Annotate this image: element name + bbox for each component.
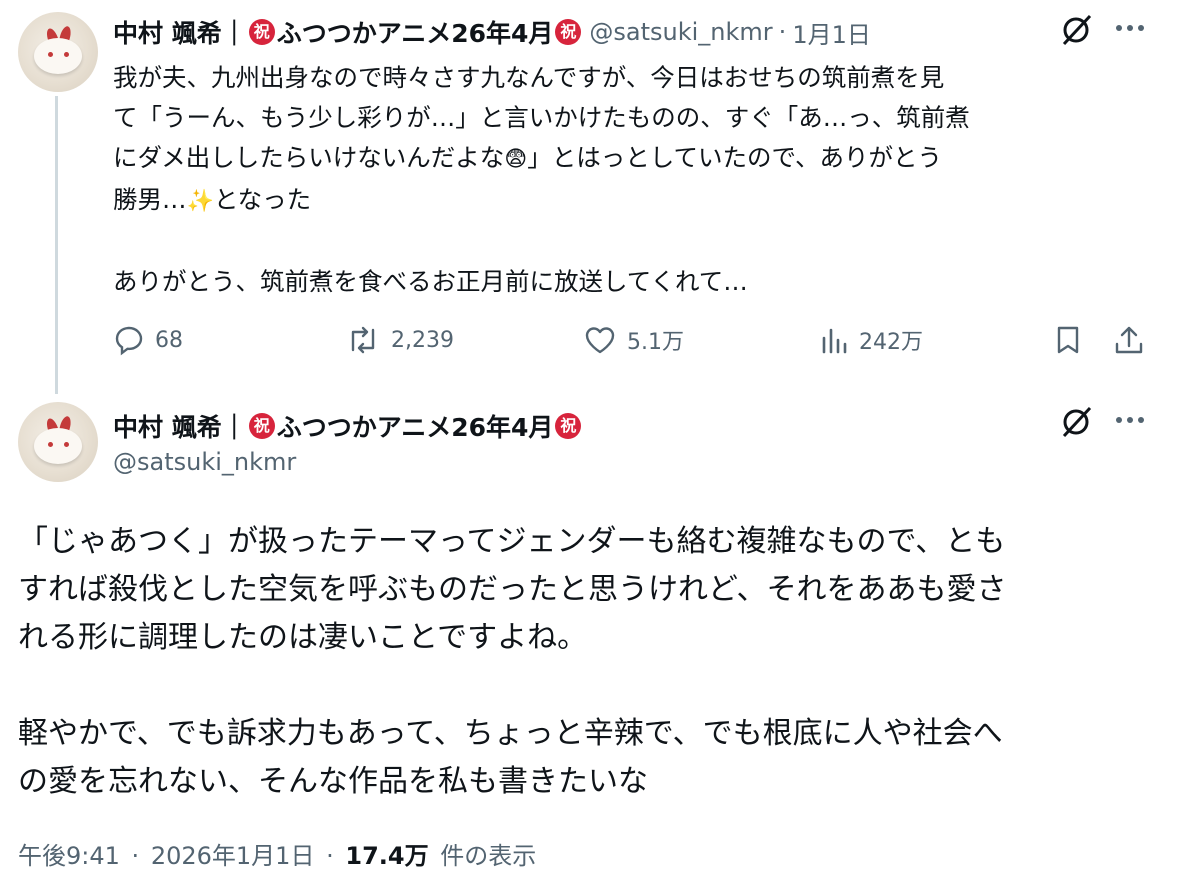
display-name-title[interactable]: ふつつかアニメ26年4月 [277, 408, 554, 444]
sparkles-icon: ✨ [186, 189, 214, 214]
repost-count: 2,239 [391, 327, 454, 353]
tweet-text-line: 「じゃあつく」が扱ったテーマってジェンダーも絡む複雑なもので、とも [18, 524, 1006, 559]
post-time[interactable]: 午後9:41 [18, 842, 120, 870]
tweet-text: にダメ出ししたらいけないんだよな [113, 143, 505, 172]
tweet-text-line: れる形に調理したのは凄いことですよね。 [18, 620, 588, 655]
avatar[interactable] [18, 402, 98, 482]
tweet-text-line: 軽やかで、でも訴求力もあって、ちょっと辛辣で、でも根底に人や社会へ [18, 716, 1003, 751]
avatar[interactable] [18, 12, 98, 92]
tweet2-header: 中村 颯希｜ 祝 ふつつかアニメ26年4月 祝 [113, 408, 583, 444]
reply-count: 68 [155, 327, 183, 353]
iwai-badge: 祝 [555, 413, 582, 439]
grok-icon[interactable] [1058, 404, 1094, 440]
repost-icon [351, 326, 375, 354]
tweet-text-line: 我が夫、九州出身なので時々さす九なんですが、今日はおせちの筑前煮を見 [113, 63, 945, 92]
tweet1-body: 我が夫、九州出身なので時々さす九なんですが、今日はおせちの筑前煮を見 て「うーん… [113, 58, 1153, 302]
like-icon [585, 327, 615, 354]
share-icon [1115, 326, 1143, 354]
tweet-text-line: て「うーん、もう少し彩りが…」と言いかけたものの、すぐ「あ…っ、筑前煮 [113, 103, 970, 132]
display-name[interactable]: 中村 颯希｜ [113, 14, 247, 50]
tweet-text-line: ありがとう、筑前煮を食べるお正月前に放送してくれて… [113, 267, 748, 296]
display-name-title[interactable]: ふつつかアニメ26年4月 [277, 14, 554, 50]
display-name[interactable]: 中村 颯希｜ [113, 408, 247, 444]
thread-line [55, 96, 58, 394]
repost-button[interactable]: 2,239 [345, 320, 454, 360]
like-button[interactable]: 5.1万 [583, 320, 684, 360]
tweet-text: 勝男… [113, 185, 187, 214]
tweet-date[interactable]: 1月1日 [792, 15, 871, 50]
tweet-text-line: 勝男…✨となった [113, 180, 1153, 222]
post-date[interactable]: 2026年1月1日 [151, 842, 315, 870]
more-icon[interactable] [1112, 10, 1148, 46]
reply-button[interactable]: 68 [113, 320, 183, 360]
views-button[interactable]: 242万 [819, 320, 923, 360]
tweet-meta: 午後9:41 · 2026年1月1日 · 17.4万 件の表示 [18, 836, 536, 871]
tweet-text-line: すれば殺伐とした空気を呼ぶものだったと思うけれど、それをああも愛さ [18, 572, 1007, 607]
separator: · [131, 842, 140, 870]
tweet2-body: 「じゃあつく」が扱ったテーマってジェンダーも絡む複雑なもので、とも すれば殺伐と… [18, 518, 1168, 806]
tweet1-actions: 68 2,239 5.1万 242万 [113, 320, 1153, 360]
tweet1-header: 中村 颯希｜ 祝 ふつつかアニメ26年4月 祝 @satsuki_nkmr · … [113, 14, 871, 50]
anxious-face-icon: 😨 [504, 147, 528, 172]
share-button[interactable] [1113, 320, 1155, 360]
tweet-text: 」とはっとしていたので、ありがとう [527, 143, 942, 172]
views-label: 件の表示 [440, 842, 537, 870]
bookmark-button[interactable] [1053, 320, 1093, 360]
more-icon[interactable] [1112, 402, 1148, 438]
handle[interactable]: @satsuki_nkmr [589, 18, 772, 46]
iwai-badge: 祝 [248, 413, 275, 439]
separator: · [326, 842, 334, 870]
iwai-badge: 祝 [555, 19, 582, 45]
bookmark-icon [1057, 326, 1079, 354]
like-count: 5.1万 [627, 330, 684, 355]
grok-icon[interactable] [1058, 12, 1094, 48]
view-count: 242万 [859, 330, 923, 355]
separator: · [778, 18, 787, 46]
handle[interactable]: @satsuki_nkmr [113, 448, 296, 476]
iwai-badge: 祝 [248, 19, 275, 45]
tweet-text-line: にダメ出ししたらいけないんだよな😨」とはっとしていたので、ありがとう [113, 138, 1153, 180]
tweet-text-line: の愛を忘れない、そんな作品を私も書きたいな [18, 764, 648, 799]
reply-icon [115, 326, 143, 356]
tweet-text: となった [213, 185, 312, 214]
views-icon [822, 328, 847, 354]
views-count: 17.4万 [345, 842, 429, 870]
